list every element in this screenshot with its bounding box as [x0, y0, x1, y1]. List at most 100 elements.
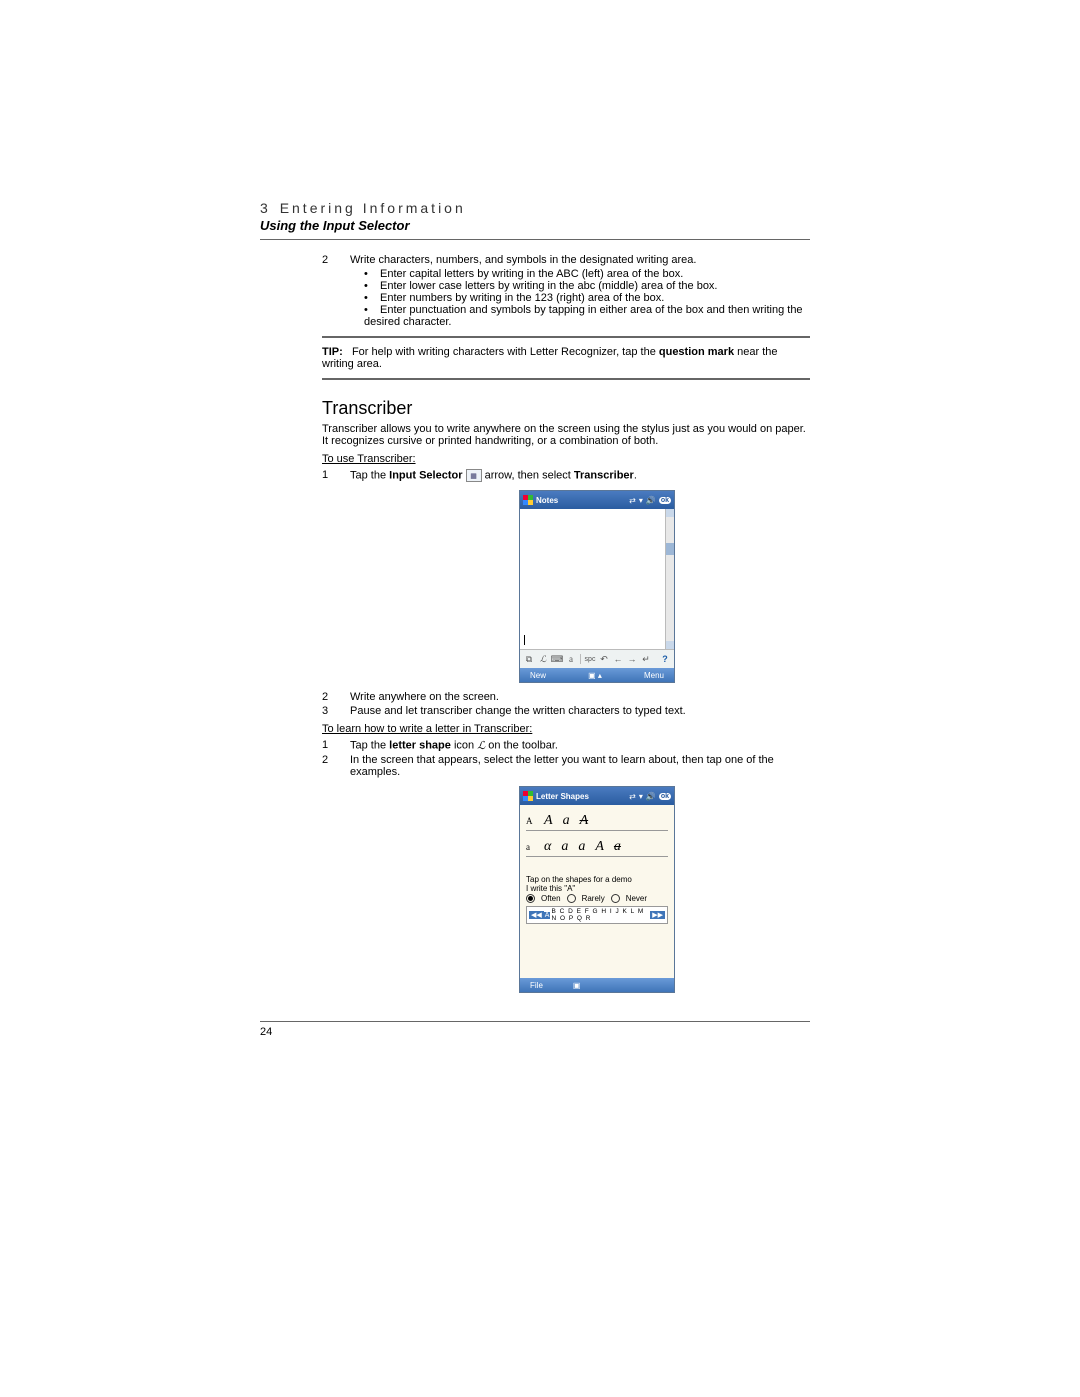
letter-shape[interactable]: A — [544, 813, 553, 829]
page-footer: 24 — [260, 1021, 810, 1038]
scroll-thumb[interactable] — [666, 543, 674, 555]
screenshot-notes: Notes ⇄ ▾ 🔊 ok ⧉ ℒ ⌨ — [384, 490, 810, 683]
toolbar-separator — [580, 654, 581, 664]
letter-shape-icon[interactable]: ℒ — [537, 653, 549, 665]
sip-icon[interactable]: ▣ — [573, 981, 581, 990]
step-text: Write characters, numbers, and symbols i… — [350, 254, 696, 266]
ok-button[interactable]: ok — [659, 793, 671, 800]
step-text: Write anywhere on the screen. — [350, 691, 499, 703]
section-subtitle: Using the Input Selector — [260, 218, 810, 233]
chapter-title: Entering Information — [280, 200, 466, 216]
letter-shape[interactable]: a — [578, 839, 585, 855]
intro-text: Transcriber allows you to write anywhere… — [322, 423, 810, 447]
windows-flag-icon — [523, 791, 533, 801]
screenshot-letter-shapes: Letter Shapes ⇄ ▾ 🔊 ok A A a A a — [384, 786, 810, 993]
scrollbar[interactable] — [665, 509, 674, 649]
list-item: 1 Tap the Input Selector ▦ arrow, then s… — [322, 469, 810, 482]
device-mockup: Notes ⇄ ▾ 🔊 ok ⧉ ℒ ⌨ — [519, 490, 675, 683]
letter-shape[interactable]: A — [595, 839, 604, 855]
enter-icon[interactable]: ↵ — [640, 653, 652, 665]
step-number: 2 — [322, 254, 332, 266]
header-rule — [260, 239, 810, 240]
tip-label: TIP: — [322, 346, 343, 358]
space-icon[interactable]: spc — [584, 653, 596, 665]
scroll-up-icon[interactable] — [666, 509, 674, 517]
bullet-item: Enter capital letters by writing in the … — [364, 268, 810, 280]
input-selector-icon: ▦ — [466, 469, 482, 482]
keyboard-icon[interactable]: ⌨ — [551, 653, 563, 665]
arrow-right-icon[interactable]: → — [626, 653, 638, 665]
strip-prev-icon[interactable]: ◀◀ — [529, 911, 544, 919]
bottom-bar: New ▣ ▴ Menu — [520, 668, 674, 682]
demo-text-1: Tap on the shapes for a demo — [526, 875, 668, 884]
letter-shape[interactable]: a — [614, 839, 621, 855]
list-item: 2 Write characters, numbers, and symbols… — [322, 254, 810, 266]
radio-never[interactable] — [611, 894, 620, 903]
connectivity-icon: ⇄ — [629, 792, 636, 801]
row-label: a — [526, 842, 534, 852]
page-number: 24 — [260, 1026, 272, 1038]
recognize-icon[interactable]: a — [565, 653, 577, 665]
chapter-header: 3 Entering Information Using the Input S… — [260, 200, 810, 240]
empty-area — [526, 924, 668, 974]
undo-icon[interactable]: ↶ — [598, 653, 610, 665]
new-button[interactable]: New — [530, 671, 546, 680]
letter-shape[interactable]: a — [563, 813, 570, 829]
scroll-down-icon[interactable] — [666, 641, 674, 649]
step-number: 2 — [322, 691, 332, 703]
step-number: 3 — [322, 705, 332, 717]
demo-text-2: I write this "A" — [526, 884, 668, 893]
tip-box: TIP: For help with writing characters wi… — [322, 336, 810, 380]
text-cursor — [524, 635, 525, 645]
row-label: A — [526, 816, 534, 826]
alphabet-letters[interactable]: B C D E F G H I J K L M N O P Q R — [550, 908, 650, 922]
selected-letter[interactable]: A — [544, 912, 551, 919]
document-page: 3 Entering Information Using the Input S… — [0, 0, 1080, 1098]
tip-rule-bottom — [322, 378, 810, 380]
letter-shape[interactable]: a — [561, 839, 568, 855]
signal-icon: ▾ — [639, 496, 643, 505]
sip-icon[interactable]: ▣ ▴ — [588, 671, 602, 680]
strip-next-icon[interactable]: ▶▶ — [650, 911, 665, 919]
letter-shape-inline-icon: ℒ — [477, 739, 485, 752]
letter-shape[interactable]: α — [544, 839, 551, 855]
step-number: 1 — [322, 469, 332, 482]
arrow-left-icon[interactable]: ← — [612, 653, 624, 665]
step-number: 2 — [322, 754, 332, 778]
letter-row-lower: a α a a A a — [526, 837, 668, 857]
list-item: 1 Tap the letter shape icon ℒ on the too… — [322, 739, 810, 752]
menu-button[interactable]: Menu — [644, 671, 664, 680]
tip-bold: question mark — [659, 346, 734, 358]
writing-canvas[interactable] — [520, 509, 674, 649]
subheading: To learn how to write a letter in Transc… — [322, 723, 810, 735]
options-icon[interactable]: ⧉ — [523, 653, 535, 665]
ok-button[interactable]: ok — [659, 497, 671, 504]
step-text: Pause and let transcriber change the wri… — [350, 705, 686, 717]
list-item: 2 In the screen that appears, select the… — [322, 754, 810, 778]
step-number: 1 — [322, 739, 332, 752]
bullet-list: Enter capital letters by writing in the … — [364, 268, 810, 328]
bottom-bar: File ▣ — [520, 978, 674, 992]
transcriber-toolbar: ⧉ ℒ ⌨ a spc ↶ ← → ↵ ? — [520, 649, 674, 668]
frequency-radios: Often Rarely Never — [526, 894, 668, 903]
list-item: 2 Write anywhere on the screen. — [322, 691, 810, 703]
bullet-item: Enter punctuation and symbols by tapping… — [364, 304, 810, 328]
step-text: Tap the letter shape icon ℒ on the toolb… — [350, 739, 558, 752]
window-title: Notes — [536, 496, 558, 505]
letter-shape[interactable]: A — [580, 813, 589, 829]
volume-icon: 🔊 — [646, 496, 656, 505]
radio-rarely[interactable] — [567, 894, 576, 903]
signal-icon: ▾ — [639, 792, 643, 801]
window-titlebar: Letter Shapes ⇄ ▾ 🔊 ok — [520, 787, 674, 805]
radio-often[interactable] — [526, 894, 535, 903]
help-icon[interactable]: ? — [659, 653, 671, 665]
tip-text: For help with writing characters with Le… — [352, 346, 659, 358]
file-button[interactable]: File — [530, 981, 543, 990]
tip-rule-top — [322, 336, 810, 338]
chapter-number: 3 — [260, 200, 272, 216]
window-title: Letter Shapes — [536, 792, 589, 801]
step-text: Tap the Input Selector ▦ arrow, then sel… — [350, 469, 637, 482]
subheading: To use Transcriber: — [322, 453, 810, 465]
device-mockup: Letter Shapes ⇄ ▾ 🔊 ok A A a A a — [519, 786, 675, 993]
windows-flag-icon — [523, 495, 533, 505]
